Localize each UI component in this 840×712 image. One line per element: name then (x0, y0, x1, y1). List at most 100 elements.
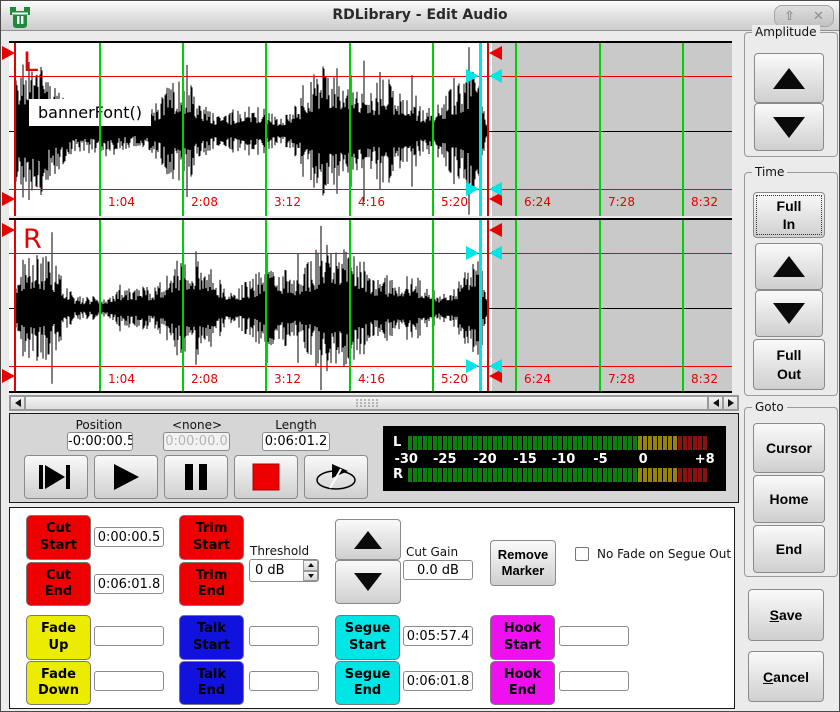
meter-segment (468, 468, 472, 482)
meter-segment (528, 436, 532, 450)
goto-cursor-button[interactable]: Cursor (753, 423, 825, 473)
goto-end-button[interactable]: End (753, 525, 825, 573)
close-window-icon[interactable]: ✕ (813, 10, 824, 23)
scroll-left-button-2[interactable] (708, 396, 723, 410)
scrollbar-thumb[interactable] (25, 396, 708, 410)
meter-segment (673, 468, 677, 482)
talk-end-field[interactable] (249, 671, 319, 691)
fade-up-field[interactable] (94, 626, 164, 646)
meter-segment (548, 436, 552, 450)
time-tick-label: 2:08 (191, 372, 218, 386)
time-gridline (682, 43, 684, 216)
amplitude-up-button[interactable] (754, 53, 824, 103)
remove-marker-button[interactable]: Remove Marker (490, 540, 556, 586)
spin-down-button[interactable] (303, 571, 318, 582)
cut-start-marker-arrow (2, 46, 15, 60)
meter-segment (453, 468, 457, 482)
gain-down-button[interactable] (335, 560, 401, 604)
cut-start-field[interactable] (94, 527, 164, 547)
meter-segment (538, 468, 542, 482)
meter-segment (528, 468, 532, 482)
meter-right-label: R (393, 467, 403, 482)
time-zoom-out-button[interactable] (755, 290, 823, 337)
fade-down-field[interactable] (94, 671, 164, 691)
cut-gain-field[interactable] (403, 560, 473, 580)
meter-segment (513, 468, 517, 482)
segue-end-button[interactable]: Segue End (335, 661, 400, 705)
play-icon (111, 463, 141, 491)
cut-start-line[interactable] (14, 220, 16, 391)
scroll-right-button[interactable] (723, 396, 738, 410)
edit-audio-window: RDLibrary - Edit Audio ⇧ ✕ bannerFont() … (0, 0, 840, 712)
trim-start-button[interactable]: Trim Start (179, 515, 244, 560)
fade-down-button[interactable]: Fade Down (26, 661, 91, 705)
segue-end-marker-arrow (489, 69, 502, 83)
time-full-out-button[interactable]: Full Out (753, 339, 825, 390)
shade-window-icon[interactable]: ⇧ (784, 10, 795, 23)
channel-label-left: L (23, 47, 38, 78)
play-from-start-button[interactable] (24, 455, 88, 499)
segue-end-field[interactable] (403, 671, 473, 691)
waveform-channel-left[interactable]: bannerFont() L 1:042:083:124:165:206:247… (9, 41, 732, 216)
cut-end-button[interactable]: Cut End (26, 562, 91, 606)
hook-end-field[interactable] (559, 671, 629, 691)
cut-start-line[interactable] (14, 43, 16, 216)
length-field[interactable] (262, 432, 330, 451)
scroll-left-button[interactable] (10, 396, 25, 410)
hook-start-button[interactable]: Hook Start (490, 615, 555, 660)
meter-segment (513, 436, 517, 450)
spin-up-button[interactable] (303, 560, 318, 571)
titlebar[interactable]: RDLibrary - Edit Audio ⇧ ✕ (1, 1, 839, 31)
waveform-display[interactable]: bannerFont() L 1:042:083:124:165:206:247… (9, 41, 732, 393)
gain-up-button[interactable] (335, 519, 401, 560)
cancel-button[interactable]: Cancel (748, 651, 824, 702)
meter-segment (663, 436, 667, 450)
transport-panel: Position <none> Length (9, 413, 739, 503)
loop-button[interactable] (304, 455, 368, 499)
time-full-in-button[interactable]: Full In (753, 192, 825, 238)
meter-segment (548, 468, 552, 482)
amplitude-down-button[interactable] (754, 103, 824, 151)
time-tick-label: 2:08 (191, 195, 218, 209)
play-button[interactable] (94, 455, 158, 499)
meter-segment (443, 436, 447, 450)
threshold-spinbox[interactable]: 0 dB (249, 559, 319, 582)
meter-segment (653, 468, 657, 482)
no-fade-checkbox[interactable] (575, 547, 589, 561)
hook-start-field[interactable] (559, 626, 629, 646)
meter-segment (553, 468, 557, 482)
pause-button[interactable] (164, 455, 228, 499)
segue-end-marker-arrow (489, 182, 502, 196)
cut-end-field[interactable] (94, 574, 164, 594)
meter-segment (438, 436, 442, 450)
waveform-scrollbar[interactable] (9, 395, 739, 411)
talk-end-button[interactable]: Talk End (179, 661, 244, 705)
goto-home-button[interactable]: Home (753, 475, 825, 523)
meter-segment (423, 468, 427, 482)
up-arrow-icon (773, 68, 805, 89)
meter-segment (583, 436, 587, 450)
meter-segment (608, 468, 612, 482)
cut-start-button[interactable]: Cut Start (26, 515, 91, 560)
segue-start-button[interactable]: Segue Start (335, 615, 400, 660)
segue-start-line[interactable] (479, 43, 482, 216)
position-field[interactable] (67, 432, 133, 451)
cut-end-marker-arrow (489, 223, 502, 237)
meter-segment (408, 436, 412, 450)
meter-segment (678, 436, 682, 450)
goto-group-label: Goto (752, 400, 787, 414)
save-button[interactable]: Save (748, 589, 824, 641)
meter-segment (533, 468, 537, 482)
trim-end-button[interactable]: Trim End (179, 562, 244, 606)
segue-end-marker-arrow (489, 246, 502, 260)
segue-start-field[interactable] (403, 626, 473, 646)
hook-end-button[interactable]: Hook End (490, 661, 555, 705)
waveform-channel-right[interactable]: R 1:042:083:124:165:206:247:288:32 (9, 218, 732, 393)
talk-start-field[interactable] (249, 626, 319, 646)
time-zoom-in-button[interactable] (755, 243, 823, 290)
fade-up-button[interactable]: Fade Up (26, 615, 91, 660)
stop-button[interactable] (234, 455, 298, 499)
talk-start-button[interactable]: Talk Start (179, 615, 244, 660)
marker-position-field[interactable] (163, 432, 230, 451)
segue-start-line[interactable] (479, 220, 482, 391)
